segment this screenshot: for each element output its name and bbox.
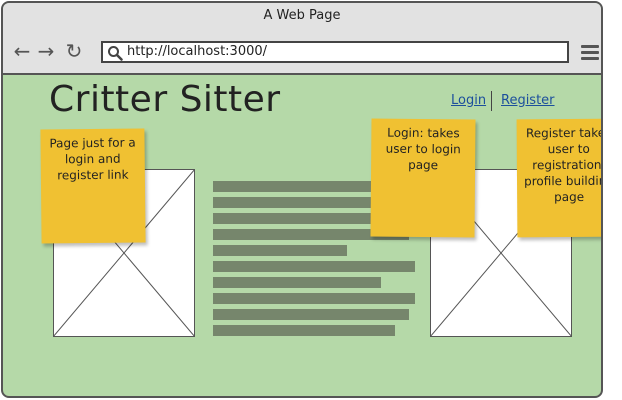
back-icon[interactable]: ← bbox=[11, 40, 33, 62]
text-line bbox=[213, 197, 373, 208]
address-bar[interactable]: http://localhost:3000/ bbox=[101, 41, 569, 63]
reload-icon[interactable]: ↻ bbox=[63, 40, 85, 62]
text-line bbox=[213, 309, 409, 320]
header-links: Login bbox=[451, 93, 486, 108]
text-line bbox=[213, 293, 415, 304]
forward-icon[interactable]: → bbox=[35, 40, 57, 62]
text-line bbox=[213, 325, 395, 336]
register-link[interactable]: Register bbox=[501, 93, 555, 108]
address-text: http://localhost:3000/ bbox=[127, 44, 268, 59]
text-line bbox=[213, 277, 381, 288]
search-icon bbox=[108, 46, 123, 61]
hamburger-menu-icon[interactable] bbox=[581, 45, 599, 61]
sticky-note-register: Register takes user to registration/ pro… bbox=[516, 118, 601, 238]
window-title: A Web Page bbox=[3, 3, 601, 32]
link-divider bbox=[491, 91, 492, 111]
page-title: Critter Sitter bbox=[49, 79, 281, 120]
sticky-note-page-purpose: Page just for a login and register link bbox=[40, 128, 146, 244]
login-link[interactable]: Login bbox=[451, 93, 486, 108]
browser-toolbar: ← → ↻ http://localhost:3000/ bbox=[3, 31, 601, 75]
browser-window: A Web Page ← → ↻ http://localhost:3000/ … bbox=[1, 1, 603, 398]
header-links-right: Register bbox=[501, 93, 555, 108]
sticky-note-login: Login: takes user to login page bbox=[370, 118, 476, 238]
text-line bbox=[213, 245, 347, 256]
text-line bbox=[213, 213, 373, 224]
text-line bbox=[213, 261, 415, 272]
